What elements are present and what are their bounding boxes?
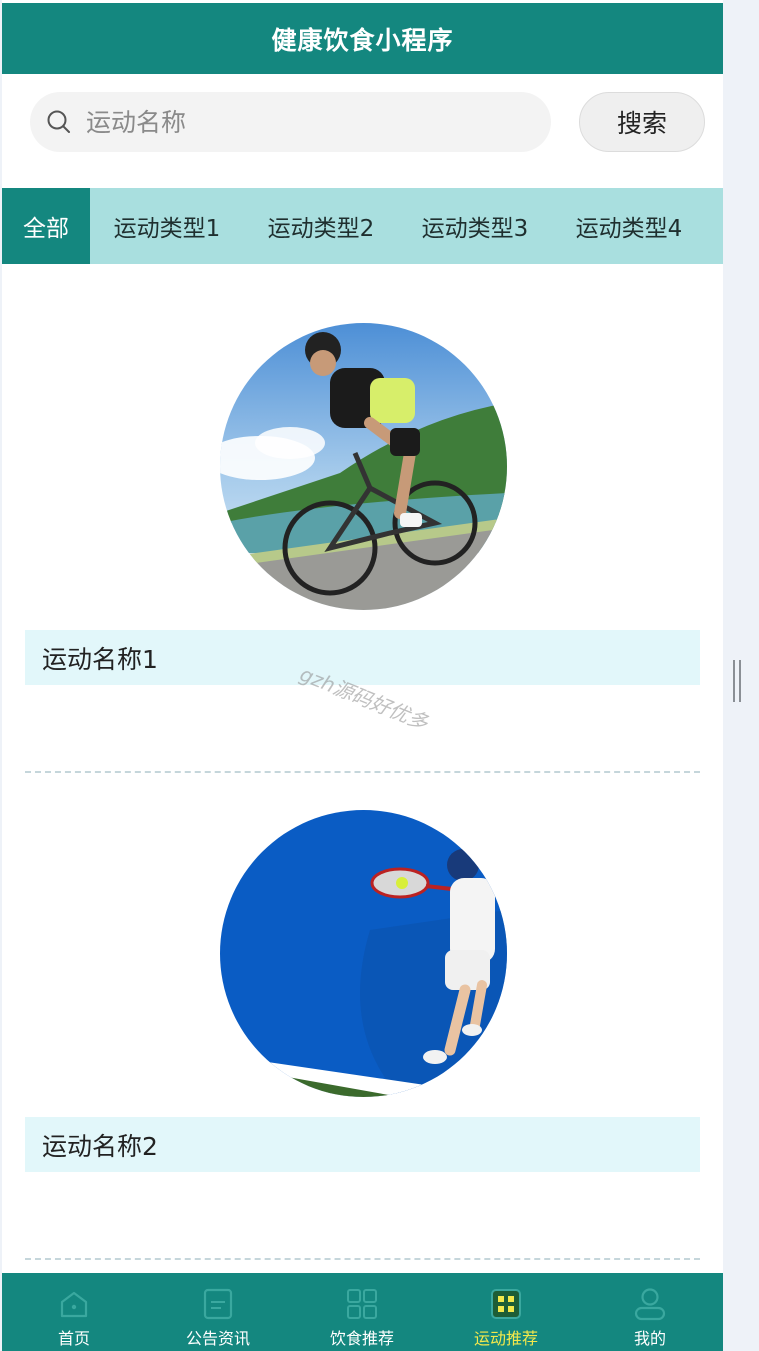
nav-label: 运动推荐 [473,1329,538,1348]
sport-list: 运动名称1 运动名称2 [2,264,723,1260]
tab-all[interactable]: 全部 [2,188,90,264]
nav-item-home[interactable]: 首页 [2,1273,146,1351]
search-box[interactable] [30,92,551,152]
category-tabs: 全部 运动类型1 运动类型2 运动类型3 运动类型4 [2,188,723,264]
scrollbar-handle[interactable] [733,660,743,702]
grid-icon [346,1287,378,1321]
tab-type-1[interactable]: 运动类型1 [90,188,244,264]
cyclist-photo[interactable] [220,323,507,610]
sport-name: 运动名称2 [25,1117,700,1172]
sport-name: 运动名称1 [25,630,700,685]
nav-item-sport[interactable]: 运动推荐 [434,1273,578,1351]
tennis-player-photo[interactable] [220,810,507,1097]
search-row: 搜索 [2,92,723,154]
nav-item-notice[interactable]: 公告资讯 [146,1273,290,1351]
nav-item-mine[interactable]: 我的 [578,1273,722,1351]
nav-label: 我的 [633,1329,666,1348]
home-icon [59,1287,89,1321]
list-item[interactable]: 运动名称2 [2,751,723,1260]
search-button[interactable]: 搜索 [579,92,705,152]
user-icon [634,1287,666,1321]
divider [25,1258,700,1260]
nav-label: 公告资讯 [185,1329,250,1348]
nav-label: 饮食推荐 [329,1329,394,1348]
nav-label: 首页 [57,1329,90,1348]
tab-type-4[interactable]: 运动类型4 [552,188,706,264]
tab-type-3[interactable]: 运动类型3 [398,188,552,264]
app-header: 健康饮食小程序 [2,3,723,74]
bottom-nav: 首页 公告资讯 饮食推荐 运动推荐 我的 [2,1273,723,1351]
tab-type-2[interactable]: 运动类型2 [244,188,398,264]
sport-icon [490,1287,522,1321]
phone-screen: 健康饮食小程序 搜索 全部 运动类型1 运动类型2 运动类型3 运动类型4 [2,0,723,1351]
search-input[interactable] [84,106,518,138]
nav-item-diet[interactable]: 饮食推荐 [290,1273,434,1351]
notice-icon [203,1287,233,1321]
search-icon [46,109,72,135]
list-item[interactable]: 运动名称1 [2,264,723,773]
page-title: 健康饮食小程序 [271,25,454,55]
